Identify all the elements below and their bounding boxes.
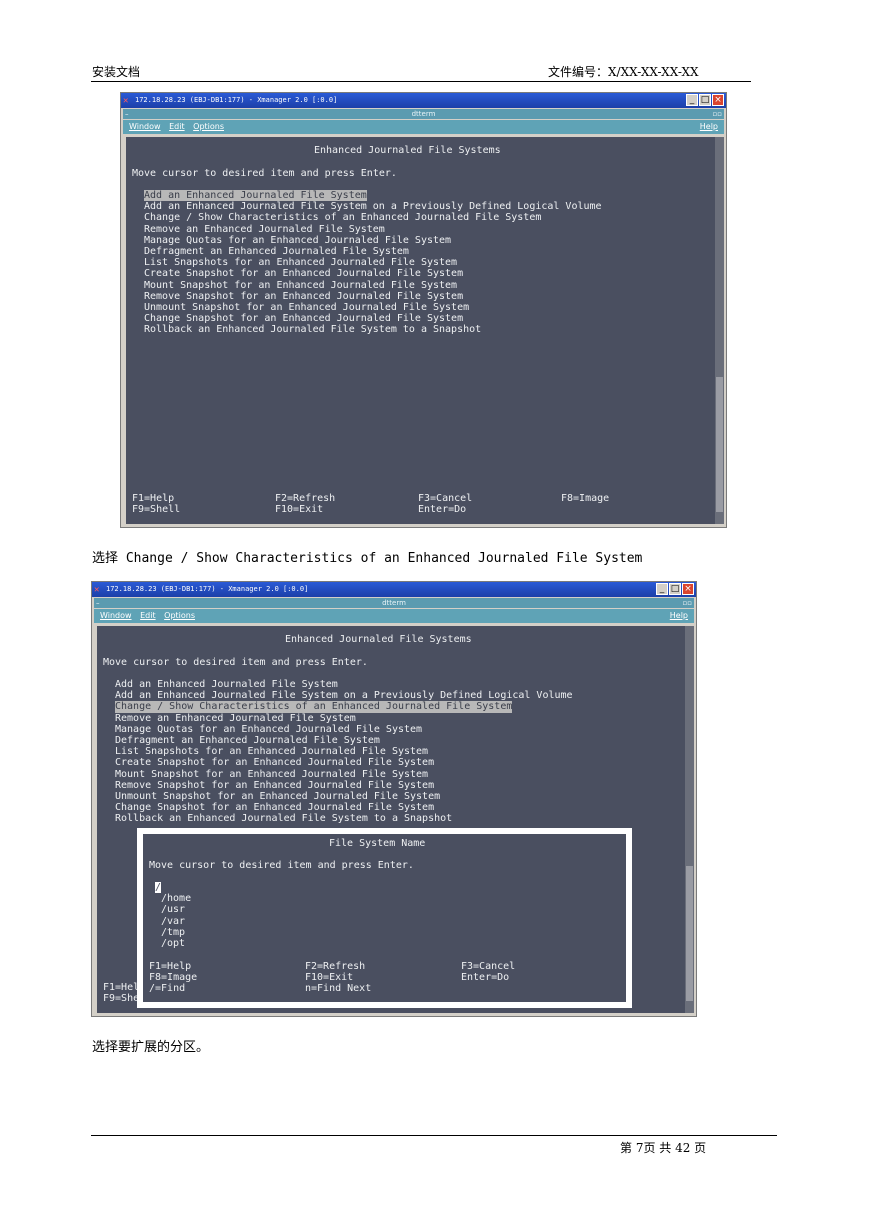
fs-option[interactable]: /opt bbox=[161, 938, 185, 949]
xmanager-window-1: ✕ 172.18.28.23 (EBJ-DB1:177) - Xmanager … bbox=[120, 92, 727, 528]
menu-item[interactable]: Defragment an Enhanced Journaled File Sy… bbox=[144, 246, 409, 257]
footer-rule bbox=[91, 1135, 777, 1136]
menu-item[interactable]: Create Snapshot for an Enhanced Journale… bbox=[115, 757, 434, 768]
dtterm-bar: – dtterm ▫▫ bbox=[123, 109, 724, 119]
key-f2[interactable]: F2=Refresh bbox=[275, 493, 335, 504]
fs-option-selected[interactable]: / bbox=[155, 882, 162, 894]
scrollbar[interactable] bbox=[715, 137, 724, 524]
window-title: 172.18.28.23 (EBJ-DB1:177) - Xmanager 2.… bbox=[135, 96, 338, 104]
key-f8[interactable]: F8=Image bbox=[561, 493, 609, 504]
terminal-screen: Enhanced Journaled File Systems Move cur… bbox=[126, 137, 715, 524]
key-f10[interactable]: F10=Exit bbox=[275, 504, 323, 515]
dialog-key-find-next[interactable]: n=Find Next bbox=[305, 983, 371, 994]
key-f1[interactable]: F1=Help bbox=[132, 493, 174, 504]
menu-item[interactable]: Remove Snapshot for an Enhanced Journale… bbox=[115, 780, 434, 791]
dtterm-menu-icon[interactable]: – bbox=[125, 109, 129, 119]
dialog-prompt: Move cursor to desired item and press En… bbox=[149, 860, 414, 871]
dialog-key-f1[interactable]: F1=Help bbox=[149, 961, 191, 972]
xmanager-icon: ✕ bbox=[123, 96, 129, 106]
menu-item[interactable]: Manage Quotas for an Enhanced Journaled … bbox=[144, 235, 451, 246]
menu-item[interactable]: Remove an Enhanced Journaled File System bbox=[115, 713, 356, 724]
dtterm-menu-icon[interactable]: – bbox=[96, 598, 100, 608]
screen-prompt: Move cursor to desired item and press En… bbox=[103, 657, 368, 668]
menu-item[interactable]: Rollback an Enhanced Journaled File Syst… bbox=[144, 324, 481, 335]
menubar: Window Edit Options Help bbox=[123, 120, 724, 134]
close-icon[interactable]: × bbox=[682, 583, 694, 595]
menu-item[interactable]: Defragment an Enhanced Journaled File Sy… bbox=[115, 735, 380, 746]
key-enter[interactable]: Enter=Do bbox=[418, 504, 466, 515]
doc-header-left: 安装文档 bbox=[92, 65, 141, 79]
xmanager-window-2: ✕ 172.18.28.23 (EBJ-DB1:177) - Xmanager … bbox=[91, 581, 697, 1017]
menu-item[interactable]: Change Snapshot for an Enhanced Journale… bbox=[144, 313, 463, 324]
dialog-key-f8[interactable]: F8=Image bbox=[149, 972, 197, 983]
close-icon[interactable]: × bbox=[712, 94, 724, 106]
menu-help[interactable]: Help bbox=[700, 120, 718, 134]
caption-first: 选择 Change / Show Characteristics of an E… bbox=[92, 551, 643, 566]
menu-item[interactable]: List Snapshots for an Enhanced Journaled… bbox=[144, 257, 457, 268]
maximize-icon[interactable]: □ bbox=[669, 583, 681, 595]
doc-header-right: 文件编号：X/XX-XX-XX-XX bbox=[548, 65, 699, 79]
key-f9[interactable]: F9=Shell bbox=[132, 504, 180, 515]
screen-prompt: Move cursor to desired item and press En… bbox=[132, 168, 397, 179]
dialog-key-f3[interactable]: F3=Cancel bbox=[461, 961, 515, 972]
menu-window[interactable]: Window bbox=[100, 611, 132, 620]
menubar: Window Edit Options Help bbox=[94, 609, 694, 623]
key-f1-partial[interactable]: F1=Hel bbox=[103, 982, 139, 993]
dialog-key-find[interactable]: /=Find bbox=[149, 983, 185, 994]
dialog-key-f10[interactable]: F10=Exit bbox=[305, 972, 353, 983]
menu-item[interactable]: Mount Snapshot for an Enhanced Journaled… bbox=[115, 769, 428, 780]
menu-options[interactable]: Options bbox=[193, 122, 224, 131]
menu-item[interactable]: Change / Show Characteristics of an Enha… bbox=[144, 212, 541, 223]
window-titlebar[interactable]: ✕ 172.18.28.23 (EBJ-DB1:177) - Xmanager … bbox=[121, 93, 726, 108]
dtterm-title: dtterm bbox=[382, 599, 406, 607]
menu-item[interactable]: List Snapshots for an Enhanced Journaled… bbox=[115, 746, 428, 757]
xmanager-icon: ✕ bbox=[94, 585, 100, 595]
header-rule bbox=[91, 81, 751, 82]
window-title: 172.18.28.23 (EBJ-DB1:177) - Xmanager 2.… bbox=[106, 585, 309, 593]
dialog-heading: File System Name bbox=[329, 838, 426, 849]
menu-item[interactable]: Mount Snapshot for an Enhanced Journaled… bbox=[144, 280, 457, 291]
screen-heading: Enhanced Journaled File Systems bbox=[285, 634, 472, 645]
menu-item[interactable]: Add an Enhanced Journaled File System on… bbox=[144, 201, 602, 212]
window-titlebar[interactable]: ✕ 172.18.28.23 (EBJ-DB1:177) - Xmanager … bbox=[92, 582, 696, 597]
scrollbar[interactable] bbox=[685, 626, 694, 1013]
menu-item[interactable]: Add an Enhanced Journaled File System on… bbox=[115, 690, 573, 701]
menu-item[interactable]: Add an Enhanced Journaled File System bbox=[115, 679, 338, 690]
menu-item[interactable]: Remove Snapshot for an Enhanced Journale… bbox=[144, 291, 463, 302]
dialog-key-enter[interactable]: Enter=Do bbox=[461, 972, 509, 983]
fs-option[interactable]: /var bbox=[161, 916, 185, 927]
menu-item[interactable]: Add an Enhanced Journaled File System bbox=[144, 190, 367, 202]
menu-window[interactable]: Window bbox=[129, 122, 161, 131]
menu-item[interactable]: Remove an Enhanced Journaled File System bbox=[144, 224, 385, 235]
dtterm-title: dtterm bbox=[411, 110, 436, 118]
menu-item-selected[interactable]: Change / Show Characteristics of an Enha… bbox=[115, 701, 513, 713]
screen-heading: Enhanced Journaled File Systems bbox=[314, 145, 501, 156]
maximize-icon[interactable]: □ bbox=[699, 94, 711, 106]
menu-item[interactable]: Unmount Snapshot for an Enhanced Journal… bbox=[115, 791, 440, 802]
caption-second: 选择要扩展的分区。 bbox=[92, 1040, 210, 1055]
dialog-key-f2[interactable]: F2=Refresh bbox=[305, 961, 365, 972]
menu-edit[interactable]: Edit bbox=[140, 611, 156, 620]
file-system-name-dialog: File System Name Move cursor to desired … bbox=[137, 828, 632, 1008]
page-footer: 第 7页 共 42 页 bbox=[620, 1141, 707, 1155]
menu-item[interactable]: Create Snapshot for an Enhanced Journale… bbox=[144, 268, 463, 279]
menu-help[interactable]: Help bbox=[670, 609, 688, 623]
dtterm-buttons-icon[interactable]: ▫▫ bbox=[713, 109, 723, 119]
key-f3[interactable]: F3=Cancel bbox=[418, 493, 472, 504]
menu-item[interactable]: Rollback an Enhanced Journaled File Syst… bbox=[115, 813, 452, 824]
menu-item[interactable]: Unmount Snapshot for an Enhanced Journal… bbox=[144, 302, 469, 313]
menu-options[interactable]: Options bbox=[164, 611, 195, 620]
fs-option[interactable]: /tmp bbox=[161, 927, 185, 938]
dtterm-bar: – dtterm ▫▫ bbox=[94, 598, 694, 608]
menu-item[interactable]: Manage Quotas for an Enhanced Journaled … bbox=[115, 724, 422, 735]
key-f9-partial[interactable]: F9=She bbox=[103, 993, 139, 1004]
fs-option[interactable]: /home bbox=[161, 893, 191, 904]
dtterm-buttons-icon[interactable]: ▫▫ bbox=[683, 598, 693, 608]
minimize-icon[interactable]: _ bbox=[656, 583, 668, 595]
terminal-screen: Enhanced Journaled File Systems Move cur… bbox=[97, 626, 685, 1013]
fs-option[interactable]: /usr bbox=[161, 904, 185, 915]
menu-item[interactable]: Change Snapshot for an Enhanced Journale… bbox=[115, 802, 434, 813]
minimize-icon[interactable]: _ bbox=[686, 94, 698, 106]
menu-edit[interactable]: Edit bbox=[169, 122, 185, 131]
